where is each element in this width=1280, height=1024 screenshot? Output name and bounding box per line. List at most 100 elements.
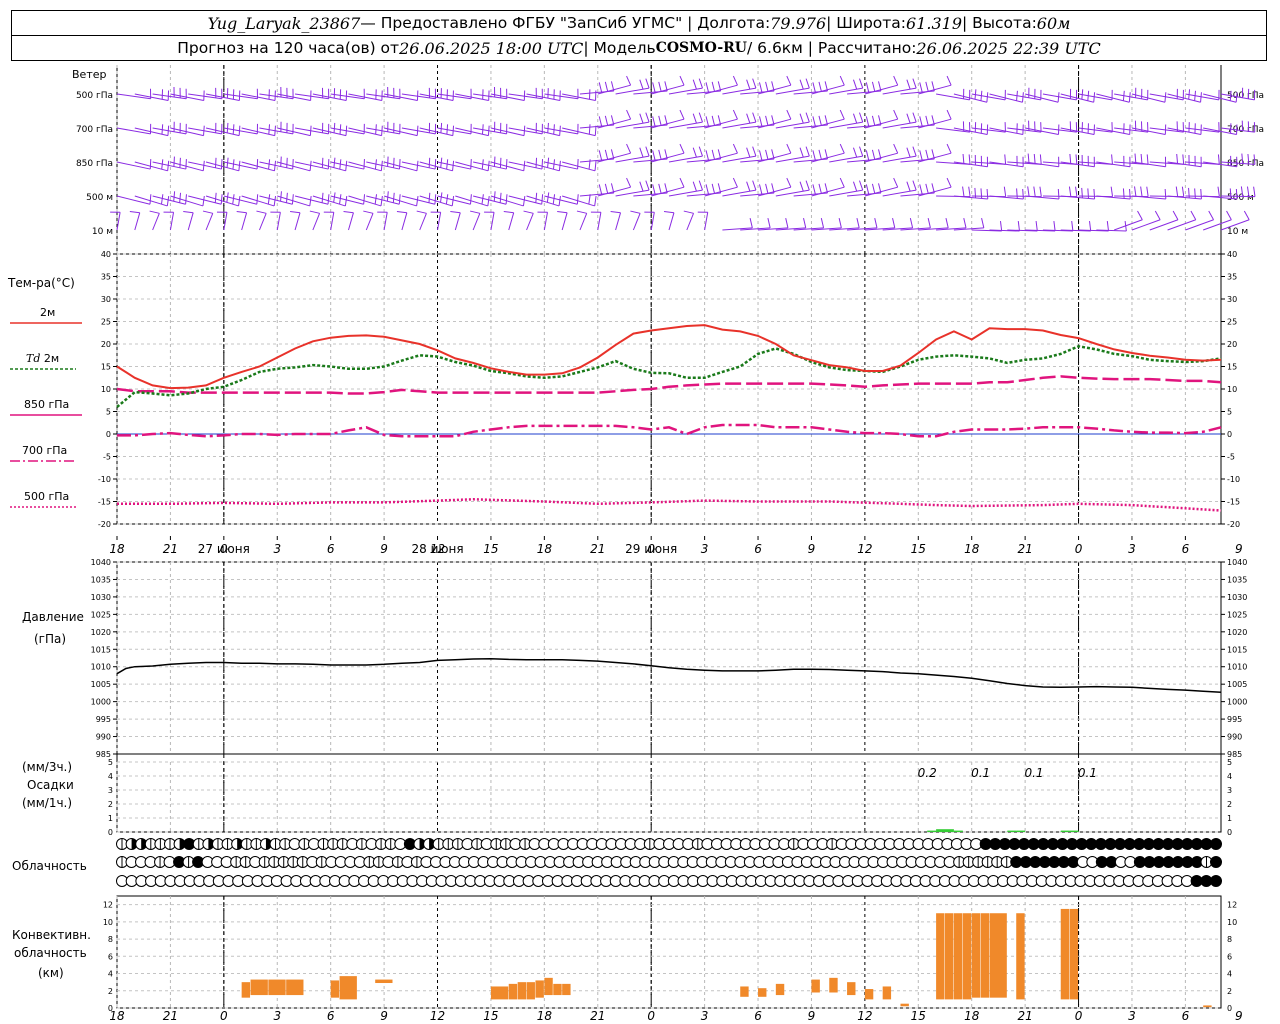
wind-barb-feather [799,113,804,124]
wind-barb-feather [280,191,282,202]
precip-3h-label: 0.1 [971,766,990,780]
temperature-tick-left: -15 [98,498,111,507]
wind-barb-feather [1027,186,1030,197]
wind-barb-feather [892,218,896,229]
wind-barb-feather [999,221,1003,232]
conv-tick-left: 2 [108,987,113,996]
x-tick-label: 9 [1235,542,1243,556]
conv-tick-left: 12 [103,901,113,910]
wind-barb-feather [214,192,217,203]
pressure-tick-left: 990 [96,733,111,742]
temperature-tick-left: 30 [101,295,111,304]
wind-barb-feather [626,109,632,120]
wind-barb-feather [291,194,294,205]
wind-barb-feather [946,109,952,120]
wind-barb-feather [344,195,348,207]
precip-3h-label: 0.1 [1024,766,1043,780]
wind-barb-feather [493,191,496,202]
temperature-tick-right: 40 [1227,250,1237,259]
wind-barb-feather [505,159,508,170]
t2m-line [116,324,1222,390]
wind-barb-feather [541,159,544,170]
wind-barb-shaft [454,212,461,231]
wind-barb-feather [925,115,929,126]
wind-barb-feather [1190,210,1197,220]
wind-barb-feather [705,116,709,127]
wind-barb-feather [871,149,876,160]
pressure-tick-right: 1000 [1227,698,1247,707]
pressure-tick-right: 990 [1227,733,1242,742]
wind-barb-feather [493,156,496,167]
wind-barb-feather [732,143,738,154]
temperature-tick-left: -20 [98,520,111,529]
wind-barb-feather [604,149,609,160]
conv-tick-left: 4 [108,970,113,979]
wind-barb-feather [906,147,911,158]
pressure-tick-right: 1005 [1227,680,1247,689]
pressure-tick-left: 1010 [91,663,111,672]
x-tick-label-bottom: 15 [911,1009,926,1023]
wind-barb-feather [658,149,662,160]
wind-barb-feather [852,181,858,192]
wind-barb-feather [799,147,804,158]
x-tick-label: 21 [1017,542,1032,556]
wind-barb-shaft [241,212,248,231]
wind-barb-feather [343,210,354,214]
cloud-cover-icon [1210,856,1222,868]
wind-barb-feather [818,183,822,194]
wind-barb-feather [1033,186,1036,197]
x-tick-label-bottom: 18 [109,1009,125,1023]
x-tick-label-bottom: 21 [590,1009,605,1023]
conv-tick-right: 10 [1227,918,1237,927]
precip-tick-right: 2 [1227,800,1232,809]
wind-barb-feather [812,116,816,127]
wind-barb-feather [749,218,753,229]
wind-barb-feather [893,177,899,188]
wind-barb-feather [946,177,952,188]
wind-barb-feather [238,195,241,207]
wind-barb-feather [547,122,549,133]
wind-barb-feather [393,157,395,168]
wind-barb-shaft [401,212,408,231]
wind-barb-shaft [1131,219,1161,231]
wind-barb-shaft [526,213,534,231]
convective-bar [544,977,553,996]
x-tick-label-bottom: 3 [701,1009,709,1023]
wind-barb-feather [946,75,952,86]
x-tick-label-bottom: 9 [1235,1009,1243,1023]
wind-barb-feather [630,210,641,214]
x-tick-label-bottom: 21 [1017,1009,1032,1023]
wind-barb-feather [912,78,917,89]
wind-barb-feather [256,210,267,214]
wind-barb-feather [692,181,697,192]
wind-barb-feather [392,192,395,203]
wind-barb-feather [658,115,662,126]
wind-barb-shaft [205,213,214,231]
wind-barb-shaft [1167,219,1196,231]
wind-barb-feather [129,210,140,214]
precip-tick-left: 3 [108,786,113,795]
wind-barb-feather [588,124,591,135]
wind-barb-feather [786,143,792,154]
wind-barb-feather [732,75,738,86]
wind-barb-feather [1122,188,1125,199]
wind-barb-feather [856,218,860,229]
convective-bar [847,982,856,996]
wind-barb-feather [865,116,870,127]
x-tick-label: 18 [964,542,980,556]
precip-tick-right: 3 [1227,786,1232,795]
wind-barb-shaft [668,212,675,231]
wind-barb-feather [598,82,603,93]
wind-barb-feather [1146,154,1149,165]
cloud-cover-icon [1210,838,1222,850]
convective-bar [286,979,304,996]
wind-barb-shaft [365,213,374,231]
wind-barb-feather [925,183,929,194]
convective-bar [553,983,562,996]
wind-barb-feather [220,159,223,170]
wind-barb-feather [256,194,259,205]
wind-barb-feather [1110,186,1114,197]
wind-barb-shaft [561,212,568,231]
wind-barb-feather [874,218,878,229]
wind-barb-feather [812,82,816,93]
